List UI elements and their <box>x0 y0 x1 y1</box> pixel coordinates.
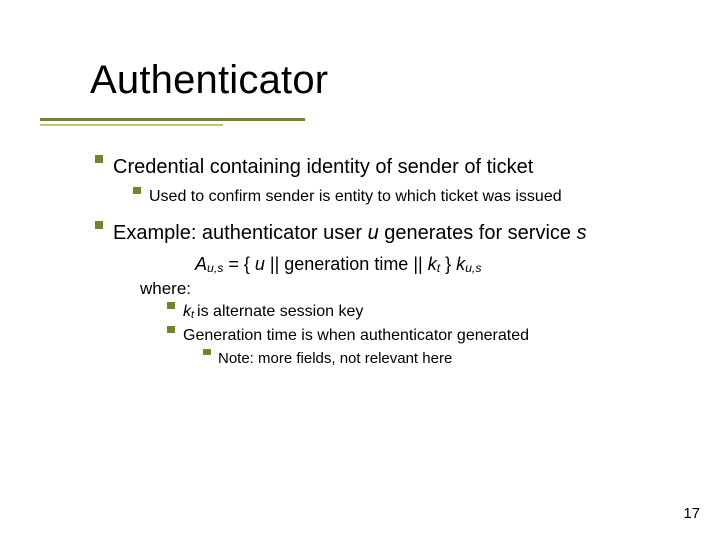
bullet-level2: Used to confirm sender is entity to whic… <box>133 187 680 207</box>
bullet-icon <box>133 187 141 194</box>
bullet-text: Credential containing identity of sender… <box>113 155 533 181</box>
formula-sub: u,s <box>207 261 223 275</box>
bullet-level3: Generation time is when authenticator ge… <box>167 326 680 346</box>
bullet-text: Note: more fields, not relevant here <box>218 349 452 368</box>
title-underline-primary <box>40 118 305 121</box>
text-run: is alternate session key <box>197 303 363 320</box>
bullet-icon <box>167 302 175 309</box>
bullet-text: kt is alternate session key <box>183 302 363 323</box>
page-number: 17 <box>683 505 700 522</box>
bullet-text: Example: authenticator user u generates … <box>113 221 587 247</box>
formula-k2sub: u,s <box>465 261 481 275</box>
formula-eq: = { <box>223 254 255 274</box>
variable-u: u <box>368 222 379 244</box>
variable-kt: k <box>183 303 191 320</box>
bullet-level4: Note: more fields, not relevant here <box>203 349 680 368</box>
formula-mid: || generation time || <box>265 254 428 274</box>
variable-s: s <box>577 222 587 244</box>
slide-body: Credential containing identity of sender… <box>95 155 680 372</box>
bullet-icon <box>95 221 103 229</box>
formula-k: k <box>428 254 437 274</box>
slide: Authenticator Credential containing iden… <box>0 0 720 540</box>
text-run: Example: authenticator user <box>113 222 368 244</box>
bullet-level3: kt is alternate session key <box>167 302 680 323</box>
formula-A: A <box>195 254 207 274</box>
bullet-level1: Credential containing identity of sender… <box>95 155 680 181</box>
where-label: where: <box>140 278 680 300</box>
formula-k2: k <box>456 254 465 274</box>
text-run: generates for service <box>379 222 577 244</box>
formula-line: Au,s = { u || generation time || kt } ku… <box>195 253 680 277</box>
title-underline-secondary <box>40 124 223 126</box>
slide-title: Authenticator <box>90 58 328 103</box>
bullet-text: Used to confirm sender is entity to whic… <box>149 187 562 207</box>
formula-u: u <box>255 254 265 274</box>
bullet-text: Generation time is when authenticator ge… <box>183 326 529 346</box>
bullet-icon <box>203 349 211 355</box>
bullet-icon <box>167 326 175 333</box>
bullet-icon <box>95 155 103 163</box>
bullet-level1: Example: authenticator user u generates … <box>95 221 680 247</box>
title-block: Authenticator <box>90 58 328 103</box>
formula-close: } <box>440 254 456 274</box>
